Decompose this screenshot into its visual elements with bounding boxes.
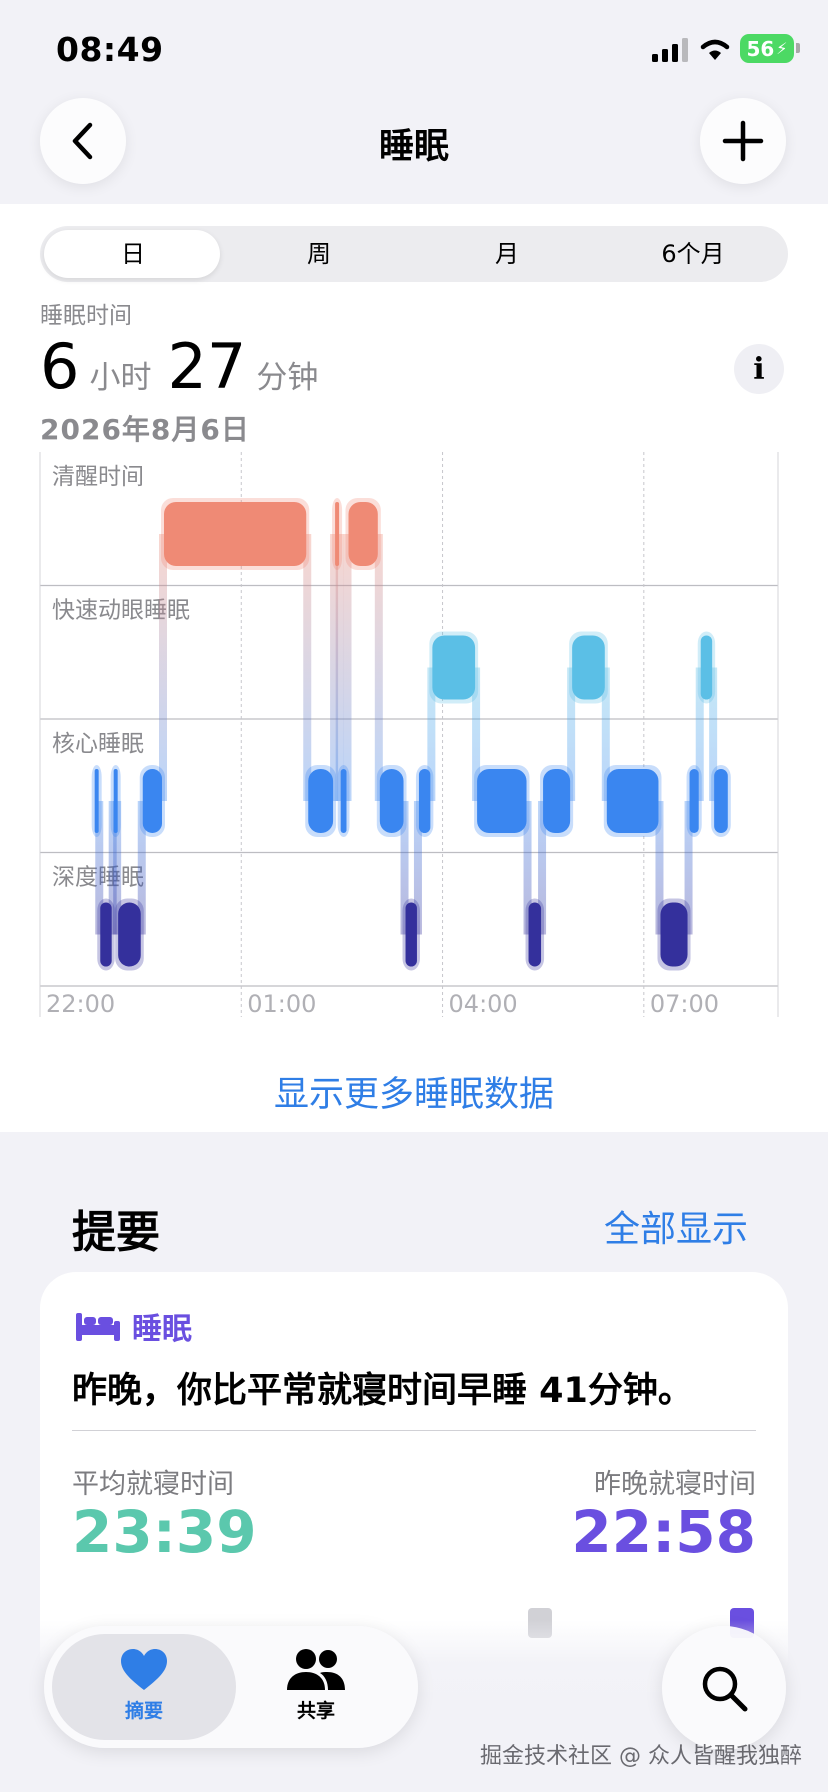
duration-hours-unit: 小时 [89,360,152,396]
stage-block [118,902,141,967]
battery-level: 56 [746,36,775,61]
plus-icon [722,120,764,162]
x-tick-label: 01:00 [247,990,316,1018]
stage-block [606,769,659,833]
stage-block [572,635,605,700]
search-icon [702,1666,748,1712]
stage-transition-connector [343,534,352,801]
stage-label: 快速动眼睡眠 [52,598,190,624]
stage-block [714,769,728,833]
show-more-sleep-data-link[interactable]: 显示更多睡眠数据 [0,1066,828,1117]
sleep-time-label: 睡眠时间 [40,303,132,329]
stage-block [660,902,688,967]
stage-block [432,635,476,700]
people-icon [287,1649,345,1690]
duration-hours: 6 [40,330,80,403]
summary-heading: 提要 [72,1207,160,1258]
last-bedtime-value: 22:58 [571,1498,756,1566]
avg-bedtime-value: 23:39 [72,1498,257,1566]
battery-tip [796,43,800,53]
tab-summary-label: 摘要 [124,1700,163,1722]
card-message: 昨晚，你比平常就寝时间早睡 41分钟。 [72,1371,693,1411]
tab-summary[interactable]: 摘要 [64,1648,224,1723]
tab-sharing-label: 共享 [296,1700,335,1722]
sleep-duration: 6 小时 27 分钟 [40,330,334,403]
stage-block [164,502,307,566]
duration-minutes-unit: 分钟 [256,360,319,396]
stage-block [100,902,112,967]
add-button[interactable] [700,98,786,184]
x-tick-label: 04:00 [449,990,518,1018]
stage-block [335,502,340,566]
stage-block [113,769,118,833]
card-category-label: 睡眠 [132,1312,192,1347]
stage-block [689,769,699,833]
tab-sharing[interactable]: 共享 [236,1648,396,1723]
watermark: 掘金技术社区 @ 众人皆醒我独醉 [480,1744,802,1769]
card-category: 睡眠 [76,1304,192,1348]
stage-transition-connector [374,534,383,801]
stage-label: 清醒时间 [52,464,144,490]
show-all-link[interactable]: 全部显示 [604,1200,748,1252]
last-bedtime-label: 昨晚就寝时间 [594,1469,756,1500]
stage-block [308,769,334,833]
card-divider [72,1430,756,1431]
x-tick-label: 07:00 [650,990,719,1018]
info-icon[interactable]: i [734,344,784,394]
search-button[interactable] [662,1626,786,1750]
battery-icon: 56 ⚡ [740,34,794,63]
stage-block [405,902,417,967]
avg-bedtime-label: 平均就寝时间 [72,1469,234,1500]
stage-transition-connector [159,534,167,801]
x-tick-label: 22:00 [46,990,115,1018]
stage-block [477,769,527,833]
wifi-icon [700,39,730,60]
stage-block [543,769,571,833]
stage-block [528,902,542,967]
stage-block [418,769,431,833]
sleep-stage-chart: 22:00 01:00 04:00 07:00清醒时间快速动眼睡眠核心睡眠深度睡眠 [39,452,779,1018]
duration-minutes: 27 [167,330,247,403]
bed-icon [76,1313,120,1341]
stage-transition-connector [335,534,344,801]
status-time: 08:49 [56,30,164,69]
segment-6-months[interactable]: 6个月 [600,236,786,272]
sleep-date: 2026年8月6日 [40,413,250,446]
stage-block [142,769,162,833]
segment-day[interactable]: 日 [40,236,226,272]
stage-label: 核心睡眠 [52,731,144,757]
stage-transition-connector [303,534,312,801]
signal-icon [652,38,688,62]
segment-month[interactable]: 月 [414,236,600,272]
stage-block [379,769,404,833]
stage-block [340,769,347,833]
stage-block [348,502,378,566]
stage-block [700,635,713,700]
stage-block [94,769,99,833]
heart-icon [121,1649,167,1690]
segment-week[interactable]: 周 [226,236,412,272]
